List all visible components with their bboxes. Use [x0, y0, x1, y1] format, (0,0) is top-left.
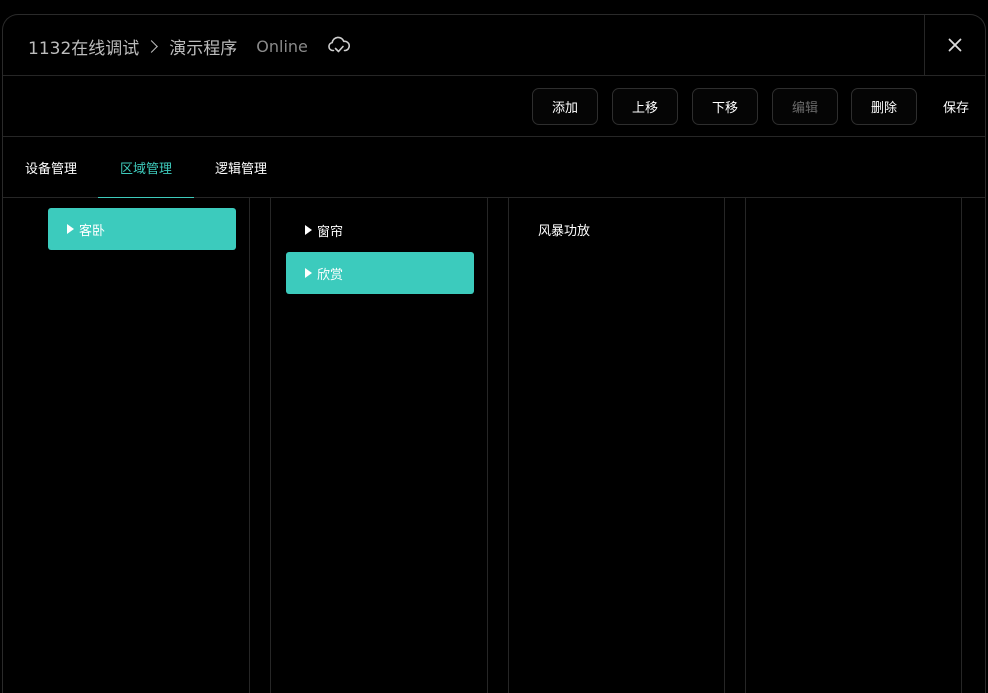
save-button[interactable]: 保存 [943, 88, 969, 125]
column-divider [745, 198, 746, 693]
area-item-guest-bedroom[interactable]: 客卧 [48, 208, 236, 250]
connection-status: Online [256, 36, 308, 56]
move-up-button[interactable]: 上移 [612, 88, 678, 125]
column-divider [487, 198, 488, 693]
area-item-appreciation[interactable]: 欣赏 [286, 252, 474, 294]
edit-button[interactable]: 编辑 [772, 88, 838, 125]
delete-button[interactable]: 删除 [851, 88, 917, 125]
caret-right-icon [305, 268, 312, 278]
debug-window: 1132在线调试 演示程序 Online 添加 上移 下移 编辑 删除 保存 设… [2, 14, 986, 693]
breadcrumb: 1132在线调试 演示程序 Online [28, 33, 351, 59]
caret-right-icon [305, 225, 312, 235]
column-divider [961, 198, 962, 693]
breadcrumb-project[interactable]: 1132在线调试 [28, 34, 139, 59]
close-button[interactable] [924, 15, 985, 75]
device-item-storm-amplifier[interactable]: 风暴功放 [524, 208, 712, 250]
window-header: 1132在线调试 演示程序 Online [3, 15, 985, 76]
add-button[interactable]: 添加 [532, 88, 598, 125]
tab-bar: 设备管理 区域管理 逻辑管理 [3, 137, 985, 198]
column-divider [724, 198, 725, 693]
area-item-label: 欣赏 [317, 267, 344, 283]
column-divider [508, 198, 509, 693]
close-icon [948, 38, 962, 52]
tab-device-management[interactable]: 设备管理 [17, 137, 85, 197]
tab-area-management[interactable]: 区域管理 [98, 137, 194, 198]
caret-right-icon [67, 224, 74, 234]
area-item-label: 窗帘 [317, 224, 344, 240]
column-divider [270, 198, 271, 693]
toolbar: 添加 上移 下移 编辑 删除 保存 [3, 76, 985, 137]
chevron-right-icon [145, 39, 159, 53]
tab-logic-management[interactable]: 逻辑管理 [207, 137, 275, 197]
move-down-button[interactable]: 下移 [692, 88, 758, 125]
cloud-sync-icon[interactable] [327, 35, 351, 57]
breadcrumb-program: 演示程序 [169, 38, 238, 59]
area-item-curtain[interactable]: 窗帘 [286, 209, 474, 251]
device-item-label: 风暴功放 [538, 223, 591, 239]
column-divider [249, 198, 250, 693]
area-item-label: 客卧 [79, 223, 106, 239]
